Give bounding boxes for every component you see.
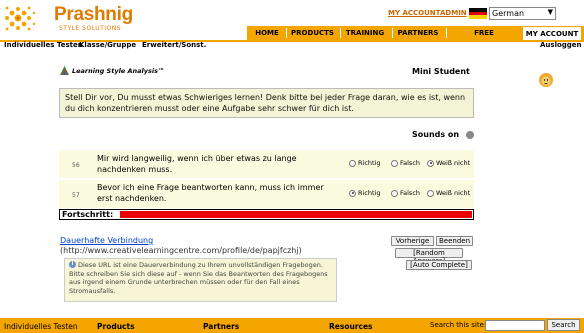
- language-select-value: German: [492, 9, 525, 18]
- progress-label: Fortschritt:: [62, 210, 114, 219]
- tab-my-account[interactable]: MY ACCOUNT: [522, 26, 582, 40]
- option-label: Falsch: [400, 159, 421, 167]
- admin-link[interactable]: ADMIN: [440, 9, 467, 17]
- question-number: 57: [72, 192, 80, 199]
- brand-name: Prashnig: [54, 4, 133, 25]
- question-number: 56: [72, 162, 80, 169]
- option-falsch[interactable]: Falsch: [391, 159, 420, 167]
- permanent-link[interactable]: Dauerhafte Verbindung: [60, 236, 153, 245]
- progress-bar-fill: [120, 211, 472, 218]
- subnav-item-individual[interactable]: Individuelles Testen: [4, 41, 83, 49]
- finish-button[interactable]: Beenden: [436, 236, 473, 246]
- option-label: Weiß nicht: [436, 189, 471, 197]
- radio-falsch[interactable]: [391, 189, 398, 197]
- option-richtig[interactable]: Richtig: [349, 189, 381, 197]
- permanent-link-url: (http://www.creativelearningcentre.com/p…: [60, 246, 302, 255]
- radio-falsch[interactable]: [391, 159, 398, 167]
- option-weiss-nicht[interactable]: Weiß nicht: [427, 189, 470, 197]
- option-label: Weiß nicht: [436, 159, 471, 167]
- lion-mascot-icon: [539, 73, 553, 87]
- option-label: Richtig: [358, 159, 381, 167]
- tab-products[interactable]: PRODUCTS: [290, 26, 335, 40]
- radio-weiss-nicht[interactable]: [427, 189, 434, 197]
- footer-item-individual[interactable]: Individuelles Testen: [4, 322, 78, 331]
- subnav-item-advanced[interactable]: Erweitert/Sonst.: [142, 41, 206, 49]
- option-label: Richtig: [358, 189, 381, 197]
- tab-free-resources[interactable]: FREE RESOURCES: [450, 26, 518, 51]
- footer-item-products[interactable]: Products: [97, 322, 135, 331]
- progress-bar-container: Fortschritt:: [59, 209, 474, 220]
- option-label: Falsch: [400, 189, 421, 197]
- prashnig-logo-icon: [5, 6, 36, 31]
- previous-button[interactable]: Vorherige: [391, 236, 434, 246]
- info-icon: i: [69, 261, 76, 268]
- subnav-item-class[interactable]: Klasse/Gruppe: [79, 41, 136, 49]
- chevron-down-icon: ▼: [547, 8, 553, 16]
- logout-link[interactable]: Ausloggen: [540, 41, 582, 49]
- footer-item-partners[interactable]: Partners: [203, 322, 239, 331]
- question-row: 56 Mir wird langweilig, wenn ich über et…: [59, 150, 474, 178]
- option-falsch[interactable]: Falsch: [391, 189, 420, 197]
- option-weiss-nicht[interactable]: Weiß nicht: [427, 159, 470, 167]
- language-select[interactable]: German ▼: [489, 7, 556, 20]
- auto-complete-button[interactable]: [Auto Complete]: [406, 260, 472, 270]
- info-text: Diese URL ist eine Dauerverbindung zu Ih…: [69, 261, 328, 295]
- question-text: Bevor ich eine Frage beantworten kann, m…: [97, 183, 324, 203]
- search-label: Search this site:: [430, 321, 487, 329]
- speaker-icon[interactable]: [466, 131, 474, 139]
- my-account-link[interactable]: MY ACCOUNT: [388, 9, 440, 17]
- option-richtig[interactable]: Richtig: [349, 159, 381, 167]
- search-input[interactable]: [485, 320, 545, 331]
- search-button[interactable]: Search: [547, 319, 580, 331]
- radio-richtig[interactable]: [349, 189, 356, 197]
- question-text: Mir wird langweilig, wenn ich über etwas…: [97, 154, 297, 174]
- instructions-box: Stell Dir vor, Du musst etwas Schwierige…: [59, 88, 474, 118]
- user-name: Mini Student: [412, 67, 470, 76]
- tab-home[interactable]: HOME: [252, 26, 282, 40]
- radio-richtig[interactable]: [349, 159, 356, 167]
- german-flag-icon: [469, 8, 487, 19]
- footer-item-resources[interactable]: Resources: [329, 322, 373, 331]
- brand-subtitle: STYLE SOLUTIONS: [59, 25, 122, 32]
- sounds-toggle-label[interactable]: Sounds on: [412, 130, 459, 139]
- info-box: i Diese URL ist eine Dauerverbindung zu I…: [64, 258, 337, 302]
- tab-partners[interactable]: PARTNERS: [396, 26, 440, 40]
- question-row: 57 Bevor ich eine Frage beantworten kann…: [59, 180, 474, 208]
- lsa-logo-text: Learning Style Analysis™: [72, 67, 165, 75]
- lsa-logo-icon: [60, 66, 69, 75]
- radio-weiss-nicht[interactable]: [427, 159, 434, 167]
- random-answers-button[interactable]: [Random Answers]: [395, 248, 463, 265]
- tab-training[interactable]: TRAINING: [344, 26, 386, 40]
